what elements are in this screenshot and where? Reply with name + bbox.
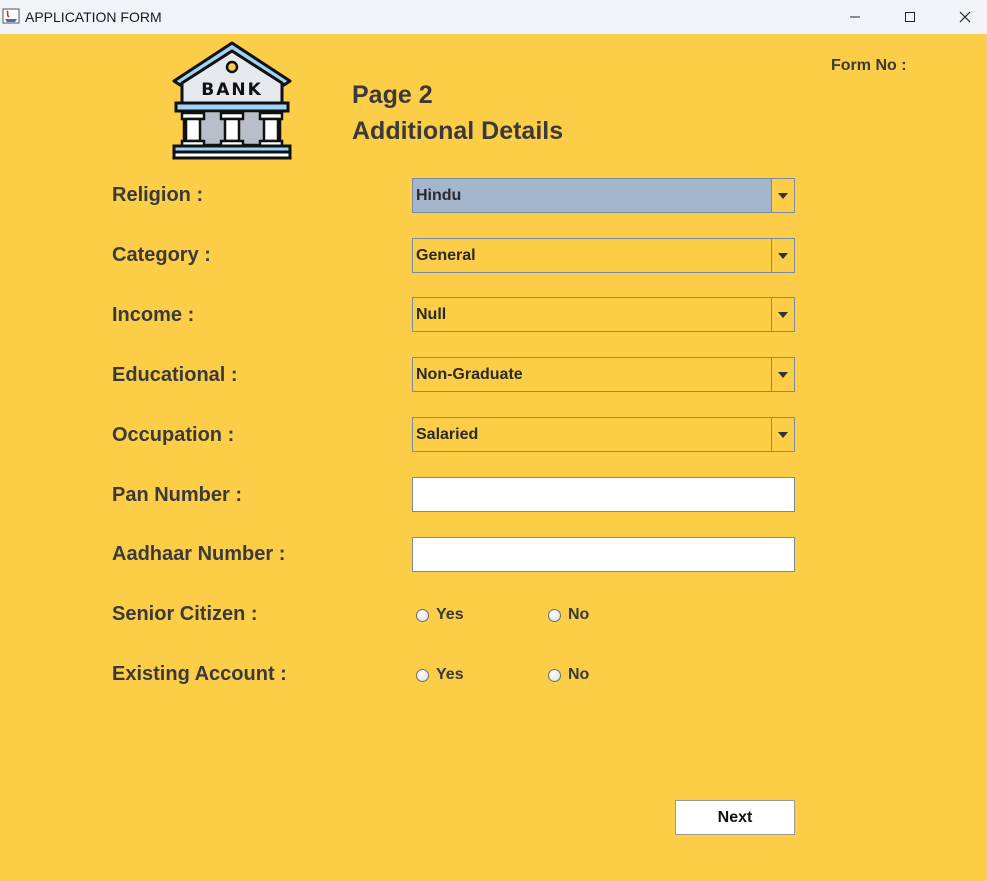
income-label: Income : [112,304,195,326]
religion-value: Hindu [416,187,462,204]
senior-citizen-yes-label: Yes [436,606,464,623]
radio-button-icon[interactable] [416,608,429,622]
form-content: BANK Page 2 Additional Details Form No :… [0,34,987,881]
radio-button-icon[interactable] [548,668,561,682]
aadhaar-number-input[interactable] [412,537,795,572]
senior-citizen-yes-radio[interactable]: Yes [416,606,464,624]
education-value: Non-Graduate [416,366,523,383]
minimize-icon [850,16,860,18]
chevron-down-icon[interactable] [771,239,794,272]
close-icon [959,11,971,23]
existing-account-yes-label: Yes [436,666,464,683]
occupation-label: Occupation : [112,424,235,446]
pan-number-label: Pan Number : [112,484,243,506]
radio-button-icon[interactable] [548,608,561,622]
religion-select[interactable]: Hindu [412,178,795,213]
category-label: Category : [112,244,211,266]
next-button[interactable]: Next [675,800,795,835]
occupation-value: Salaried [416,426,479,443]
maximize-button[interactable] [882,0,938,34]
radio-button-icon[interactable] [416,668,429,682]
chevron-down-icon[interactable] [771,418,794,451]
page-title: Page 2 [352,81,433,109]
form-number-label: Form No : [831,57,907,74]
chevron-down-icon[interactable] [771,179,794,212]
java-app-icon [2,8,20,24]
education-label: Educational : [112,364,238,386]
senior-citizen-no-radio[interactable]: No [548,606,589,624]
occupation-select[interactable]: Salaried [412,417,795,452]
bank-logo-icon: BANK [172,41,292,160]
minimize-button[interactable] [827,0,883,34]
bank-logo-text: BANK [201,80,263,100]
existing-account-no-label: No [568,666,590,683]
existing-account-yes-radio[interactable]: Yes [416,666,464,684]
window-titlebar: APPLICATION FORM [0,0,987,34]
category-select[interactable]: General [412,238,795,273]
aadhaar-number-label: Aadhaar Number : [112,543,286,565]
senior-citizen-label: Senior Citizen : [112,603,258,625]
religion-label: Religion : [112,184,204,206]
income-value: Null [416,306,447,323]
education-select[interactable]: Non-Graduate [412,357,795,392]
senior-citizen-no-label: No [568,606,590,623]
category-value: General [416,247,476,264]
existing-account-no-radio[interactable]: No [548,666,589,684]
income-select[interactable]: Null [412,297,795,332]
maximize-icon [905,12,915,22]
window-title: APPLICATION FORM [25,9,162,25]
close-button[interactable] [937,0,987,34]
pan-number-input[interactable] [412,477,795,512]
existing-account-label: Existing Account : [112,663,287,685]
page-subtitle: Additional Details [352,117,564,145]
chevron-down-icon[interactable] [771,358,794,391]
chevron-down-icon[interactable] [771,298,794,331]
